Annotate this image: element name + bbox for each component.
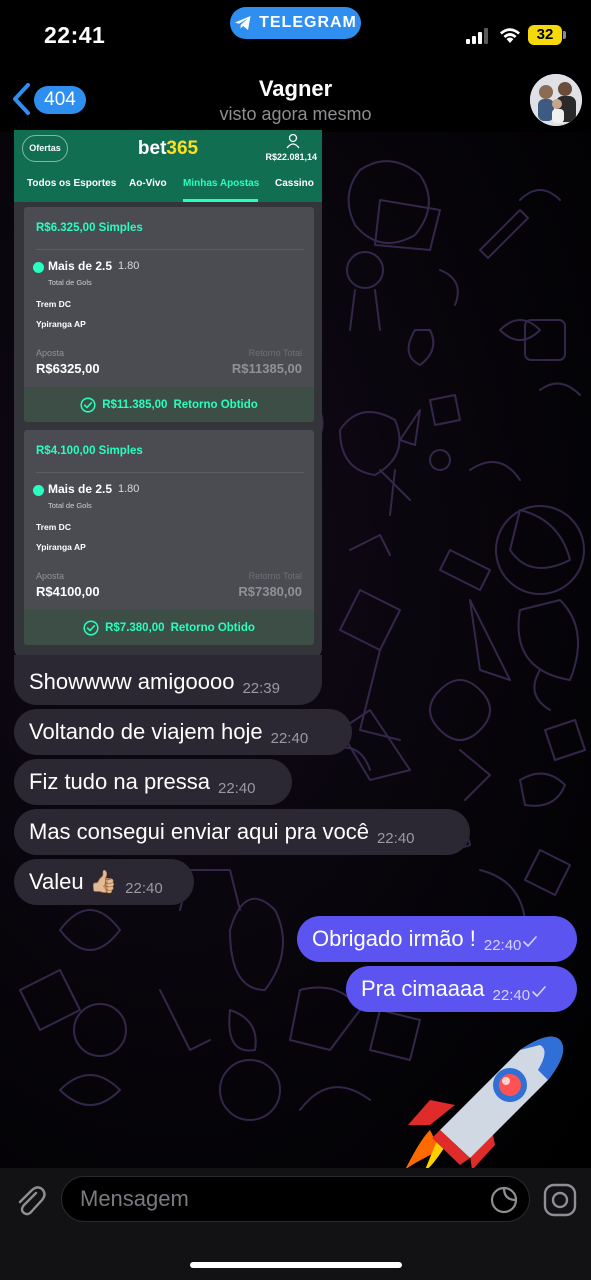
result-label: Retorno Obtido <box>170 621 255 634</box>
bet-slip-card: R$4.100,00 Simples Mais de 2.5 1.80 Tota… <box>24 430 314 645</box>
bet365-tab-my-bets: Minhas Apostas <box>183 178 260 189</box>
avatar-photo <box>530 74 582 126</box>
bet365-balance: R$22.081,14 <box>265 152 317 162</box>
message-input[interactable] <box>61 1176 530 1222</box>
message-bubble-outgoing[interactable]: Pra cimaaaa 22:40 <box>346 966 577 1012</box>
message-composer <box>0 1168 591 1280</box>
camera-icon[interactable] <box>543 1183 577 1217</box>
message-time: 22:40 <box>483 937 522 954</box>
rocket-sticker[interactable] <box>400 1030 570 1170</box>
message-time: 22:40 <box>376 830 415 847</box>
result-amount: R$11.385,00 <box>102 398 168 411</box>
message-bubble[interactable]: Valeu 👍🏼 22:40 <box>14 859 194 905</box>
message-time: 22:39 <box>242 680 280 697</box>
user-account-icon <box>286 133 300 149</box>
status-time: 22:41 <box>44 22 106 48</box>
read-check-icon <box>523 936 538 947</box>
message-text: Valeu 👍🏼 <box>29 869 118 894</box>
chat-last-seen: visto agora mesmo <box>219 104 372 124</box>
message-text: Mas consegui enviar aqui pra você <box>29 819 369 844</box>
bet-team-away: Ypiranga AP <box>36 542 86 552</box>
chat-title[interactable]: Vagner <box>0 76 591 102</box>
return-label: Retorno Total <box>248 348 302 358</box>
bet365-tab-all-sports: Todos os Esportes <box>27 178 117 189</box>
message-time: 22:40 <box>492 987 531 1004</box>
result-label: Retorno Obtido <box>173 398 258 411</box>
read-check-icon <box>532 986 546 997</box>
chat-header: 404 Vagner visto agora mesmo <box>0 64 591 132</box>
return-label: Retorno Total <box>248 571 302 581</box>
battery-level: 32 <box>528 25 562 45</box>
bet-team-home: Trem DC <box>36 299 71 309</box>
message-bubble-outgoing[interactable]: Obrigado irmão ! 22:40 <box>297 916 577 962</box>
message-text: Fiz tudo na pressa <box>29 769 210 794</box>
message-time: 22:40 <box>217 780 256 797</box>
bet-selection: Mais de 2.5 <box>48 259 113 273</box>
bet365-logo-bet: bet <box>137 138 167 159</box>
bet-team-away: Ypiranga AP <box>36 319 86 329</box>
won-check-icon <box>33 262 44 273</box>
bet365-tab-live: Ao-Vivo <box>129 178 167 189</box>
check-circle-icon <box>80 396 96 413</box>
bet-team-home: Trem DC <box>36 522 71 532</box>
telegram-pill-label: TELEGRAM <box>259 14 357 31</box>
message-time: 22:40 <box>125 880 163 897</box>
message-text: Voltando de viajem hoje <box>29 719 263 744</box>
message-bubble[interactable]: Fiz tudo na pressa 22:40 <box>14 759 292 805</box>
bet365-tab-casino: Cassino <box>275 178 314 189</box>
cellular-signal-icon <box>466 28 488 44</box>
bet-odds: 1.80 <box>118 260 140 272</box>
return-total: R$11385,00 <box>231 361 302 376</box>
status-bar: 22:41 TELEGRAM 32 <box>0 0 591 64</box>
return-total: R$7380,00 <box>238 584 302 599</box>
bet-result-bar: R$11.385,00 Retorno Obtido <box>24 387 314 422</box>
message-bubble[interactable]: Voltando de viajem hoje 22:40 <box>14 709 352 755</box>
message-text: Pra cimaaaa <box>361 976 485 1001</box>
contact-avatar[interactable] <box>530 74 582 126</box>
bet-title: R$6.325,00 Simples <box>36 222 143 234</box>
bet365-tabs: Todos os Esportes Ao-Vivo Minhas Apostas… <box>14 170 322 202</box>
stake-label: Aposta <box>36 348 65 358</box>
won-check-icon <box>33 485 44 496</box>
result-amount: R$7.380,00 <box>105 621 165 634</box>
telegram-plane-icon <box>235 16 251 30</box>
bet-result-bar: R$7.380,00 Retorno Obtido <box>24 610 314 645</box>
paperclip-icon[interactable] <box>14 1184 46 1218</box>
message-bubble[interactable]: Mas consegui enviar aqui pra você 22:40 <box>14 809 470 855</box>
bet-odds: 1.80 <box>118 483 140 495</box>
bet365-logo-365: 365 <box>166 138 199 159</box>
bet365-topbar: Ofertas bet365 R$22.081,14 <box>14 130 322 170</box>
bet-selection: Mais de 2.5 <box>48 482 113 496</box>
bet-slip-card: R$6.325,00 Simples Mais de 2.5 1.80 Tota… <box>24 207 314 422</box>
active-tab-indicator <box>183 199 258 202</box>
bet-market: Total de Gols <box>48 501 92 510</box>
stake-amount: R$6325,00 <box>36 361 100 376</box>
stake-label: Aposta <box>36 571 65 581</box>
stake-amount: R$4100,00 <box>36 584 100 599</box>
battery-icon: 32 <box>528 25 566 45</box>
bet-market: Total de Gols <box>48 278 92 287</box>
bet-title: R$4.100,00 Simples <box>36 445 143 457</box>
message-time: 22:40 <box>270 730 309 747</box>
wifi-icon <box>500 28 520 43</box>
message-text: Showwww amigoooo <box>29 669 235 694</box>
bet-screenshot-image[interactable]: Ofertas bet365 R$22.081,14 Todos os Espo… <box>14 130 322 660</box>
home-indicator <box>190 1262 402 1268</box>
message-text: Obrigado irmão ! <box>312 926 476 951</box>
telegram-pill[interactable]: TELEGRAM <box>230 7 361 39</box>
message-bubble[interactable]: Showwww amigoooo 22:39 <box>14 659 322 705</box>
check-circle-icon <box>83 619 99 636</box>
sticker-icon[interactable] <box>490 1186 518 1214</box>
